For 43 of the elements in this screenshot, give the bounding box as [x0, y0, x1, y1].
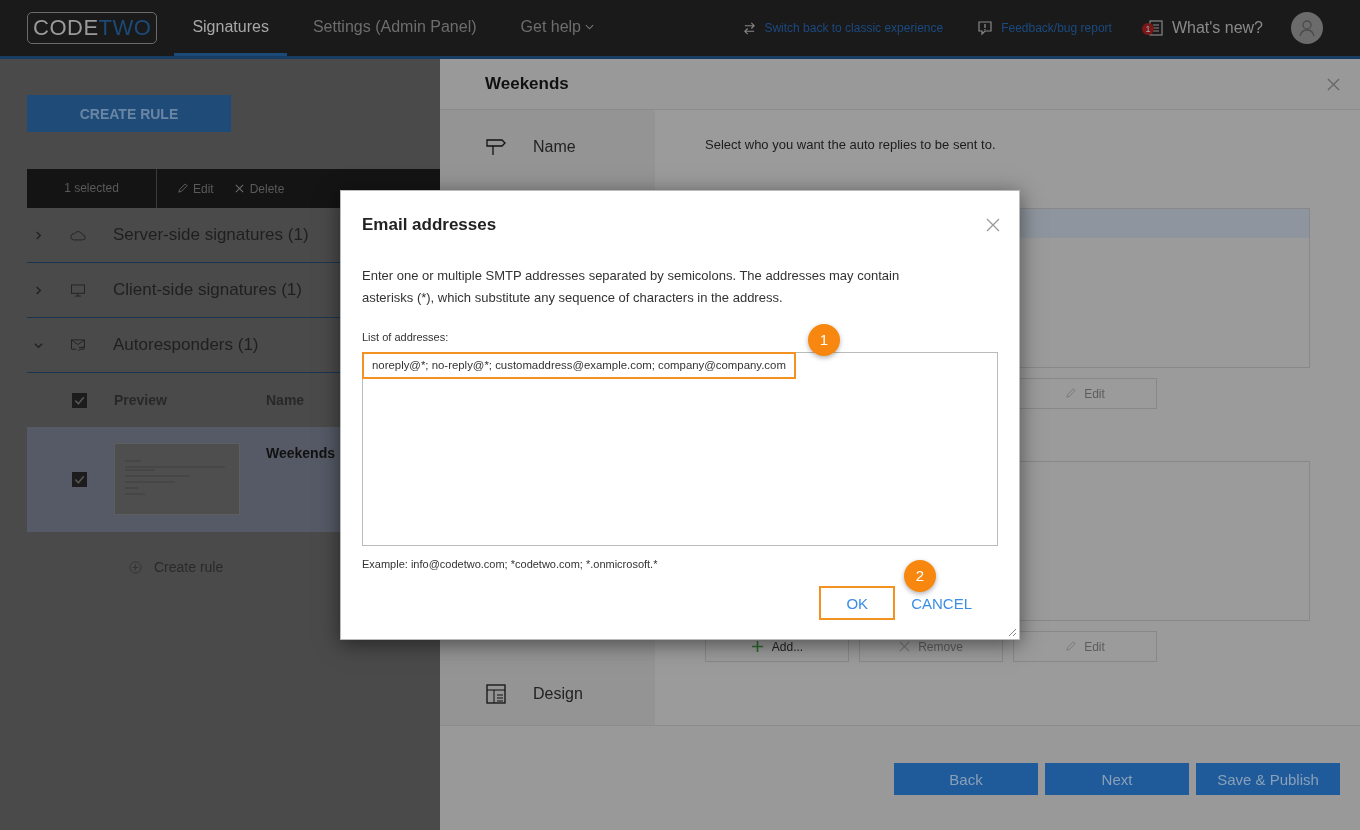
mail-icon [70, 338, 86, 352]
close-icon [899, 641, 911, 652]
link[interactable]: Feedback/bug report [1001, 21, 1112, 35]
resize-grip-icon[interactable] [1007, 627, 1017, 637]
pencil-icon [177, 183, 188, 194]
cloud-icon [70, 228, 86, 242]
address-input-field[interactable]: noreply@*; no-reply@*; customaddress@example.com; company@company.com [362, 352, 998, 546]
logo[interactable]: CODETWO [27, 12, 158, 44]
pencil-icon [1065, 641, 1077, 652]
checkbox[interactable] [72, 392, 87, 408]
instruction-text: Select who you want the auto replies to be sent to. [705, 137, 997, 152]
monitor-icon [70, 283, 86, 297]
table-cell: Weekends [266, 445, 335, 461]
dialog-button[interactable]: OK [819, 586, 896, 620]
create-rule-button[interactable]: CREATE RULE [27, 95, 231, 132]
close-icon [233, 183, 245, 194]
close-icon[interactable] [1327, 77, 1340, 91]
swap-icon [743, 21, 757, 35]
link[interactable]: Switch back to classic experience [764, 21, 944, 35]
selection-count: 1 selected [27, 169, 157, 208]
nav-tab[interactable]: Settings (Admin Panel) [294, 0, 495, 56]
step-item[interactable]: Name [440, 136, 655, 158]
footer-button[interactable]: Back [894, 763, 1038, 795]
feedback-icon [977, 20, 994, 36]
plus-icon [750, 640, 764, 653]
layout-icon [485, 683, 507, 705]
close-icon[interactable] [986, 218, 1000, 232]
footer-button[interactable]: Save & Publish [1196, 763, 1340, 795]
step-item[interactable]: Design [440, 683, 655, 705]
checkbox[interactable] [72, 472, 87, 487]
notification-badge: 1 [1141, 23, 1154, 35]
link[interactable]: What's new? [1171, 19, 1263, 37]
pencil-icon [1065, 388, 1077, 399]
avatar-icon[interactable] [1291, 12, 1323, 44]
signpost-icon [485, 136, 507, 158]
nav-tab[interactable]: Get help [502, 0, 612, 56]
field-value: noreply@*; no-reply@*; customaddress@example.com; company@company.com [362, 352, 796, 379]
example-text: Example: info@codetwo.com; *codetwo.com; *.onmicrosoft.* [362, 558, 659, 570]
panel-title: Weekends [485, 74, 569, 94]
nav-tab[interactable]: Signatures [174, 0, 287, 56]
footer-button[interactable]: Next [1045, 763, 1189, 795]
toolbar-button[interactable]: Edit [177, 181, 214, 196]
toolbar-button[interactable]: Delete [233, 181, 285, 196]
